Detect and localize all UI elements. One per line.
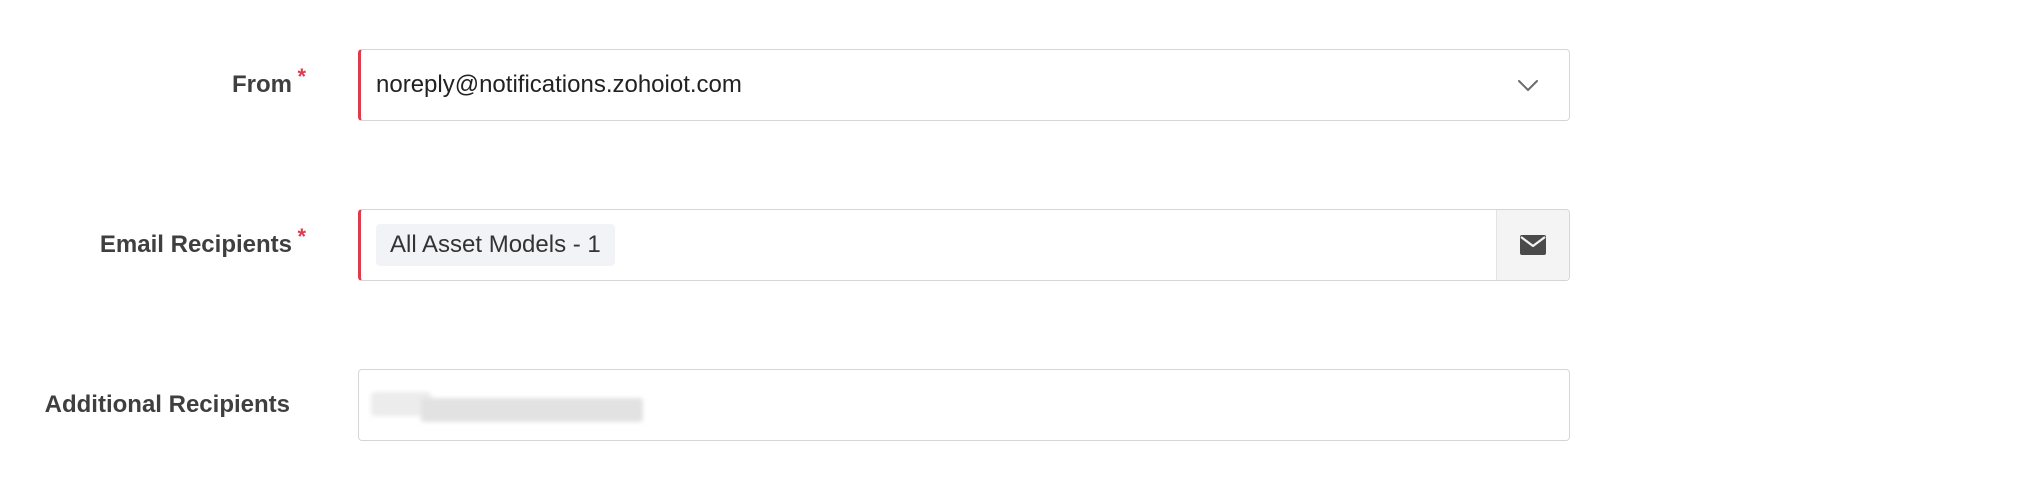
- from-label: From *: [232, 49, 306, 121]
- email-recipients-row: Email Recipients * All Asset Models - 1: [0, 209, 1580, 281]
- chevron-down-icon[interactable]: [1515, 72, 1541, 98]
- redacted-block: [421, 398, 643, 422]
- required-asterisk: *: [297, 64, 306, 89]
- envelope-icon: [1520, 235, 1546, 255]
- from-row: From * noreply@notifications.zohoiot.com: [0, 49, 1580, 121]
- recipient-tag[interactable]: All Asset Models - 1: [376, 224, 615, 266]
- notification-email-form: From * noreply@notifications.zohoiot.com …: [0, 0, 2036, 504]
- email-recipients-picker-button[interactable]: [1496, 210, 1569, 280]
- from-select[interactable]: noreply@notifications.zohoiot.com: [358, 49, 1570, 121]
- additional-recipients-input[interactable]: [358, 369, 1570, 441]
- email-recipients-label-text: Email Recipients: [99, 231, 292, 258]
- redacted-value: [371, 392, 643, 422]
- additional-recipients-label: Additional Recipients: [44, 391, 290, 418]
- email-recipients-label: Email Recipients *: [99, 209, 306, 281]
- additional-recipients-row: Additional Recipients: [0, 369, 1580, 441]
- email-recipients-field[interactable]: All Asset Models - 1: [358, 209, 1570, 281]
- from-select-value: noreply@notifications.zohoiot.com: [376, 71, 742, 98]
- required-asterisk: *: [297, 224, 306, 249]
- from-label-text: From: [232, 71, 292, 98]
